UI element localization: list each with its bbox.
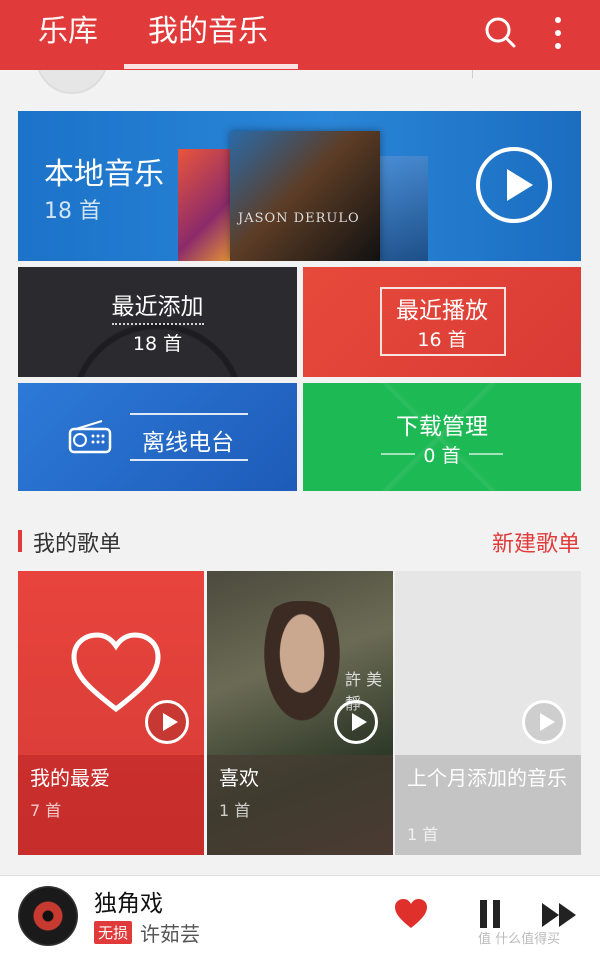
offline-radio-label: 离线电台 [142, 430, 234, 456]
watermark: 值 什么值得买 [478, 932, 561, 947]
recent-played-count: 16 首 [417, 329, 467, 351]
local-music-banner[interactable]: 本地音乐 18 首 JASON DERULO [18, 111, 581, 261]
account-strip [0, 70, 600, 110]
song-title: 独角戏 [94, 891, 163, 917]
recent-added-label: 最近添加 [111, 294, 204, 320]
download-tile[interactable]: 下载管理 0 首 [303, 383, 581, 491]
local-music-count: 18 首 [44, 199, 101, 224]
section-title: 我的歌单 [33, 532, 122, 557]
divider [472, 70, 473, 78]
play-button[interactable] [145, 700, 189, 744]
avatar[interactable] [36, 70, 108, 94]
album-disc-icon[interactable] [18, 886, 78, 946]
recent-added-count: 18 首 [132, 333, 183, 355]
playlist-card[interactable]: 許 美靜 喜欢 1 首 [207, 571, 393, 855]
album-cover [178, 149, 238, 261]
playlist-name: 上个月添加的音乐 [407, 766, 567, 790]
playlist-card[interactable]: 我的最爱 7 首 [18, 571, 204, 855]
recent-played-tile[interactable]: 最近播放 16 首 [303, 267, 581, 377]
play-button[interactable] [522, 700, 566, 744]
playlist-count: 1 首 [219, 801, 251, 820]
playlist-count: 1 首 [407, 825, 439, 844]
artist-name: 许茹芸 [140, 922, 200, 946]
playlist-count: 7 首 [30, 801, 62, 820]
local-music-title: 本地音乐 [44, 157, 164, 192]
top-bar: 乐库 我的音乐 [0, 0, 600, 70]
heart-icon [71, 632, 161, 713]
playlist-card[interactable]: 上个月添加的音乐 1 首 [395, 571, 581, 855]
next-track-icon[interactable] [541, 902, 579, 928]
lossless-badge: 无损 [94, 921, 133, 944]
playlist-name: 我的最爱 [30, 766, 110, 790]
recent-added-tile[interactable]: 最近添加 18 首 [18, 267, 297, 377]
tab-library[interactable]: 乐库 [38, 12, 98, 52]
section-marker [18, 530, 22, 552]
album-cover-text: JASON DERULO [238, 211, 360, 226]
playlist-name: 喜欢 [219, 766, 259, 790]
album-cover [373, 156, 428, 261]
play-all-button[interactable] [476, 147, 552, 223]
pause-icon[interactable] [478, 900, 502, 930]
album-cover: JASON DERULO [230, 131, 380, 261]
favorite-heart-icon[interactable] [394, 898, 428, 930]
new-playlist-button[interactable]: 新建歌单 [492, 526, 580, 558]
play-button[interactable] [334, 700, 378, 744]
dotted-divider [112, 323, 204, 325]
search-icon[interactable] [483, 14, 517, 52]
recent-played-label: 最近播放 [396, 298, 488, 324]
more-vertical-icon[interactable] [546, 14, 570, 52]
mini-player[interactable]: 独角戏 无损 许茹芸 值 什么值得买 [0, 875, 600, 955]
download-label: 下载管理 [396, 414, 488, 440]
tab-my-music[interactable]: 我的音乐 [148, 12, 268, 52]
offline-radio-tile[interactable]: 离线电台 [18, 383, 297, 491]
download-count: 0 首 [423, 445, 461, 467]
active-tab-indicator [124, 64, 298, 69]
